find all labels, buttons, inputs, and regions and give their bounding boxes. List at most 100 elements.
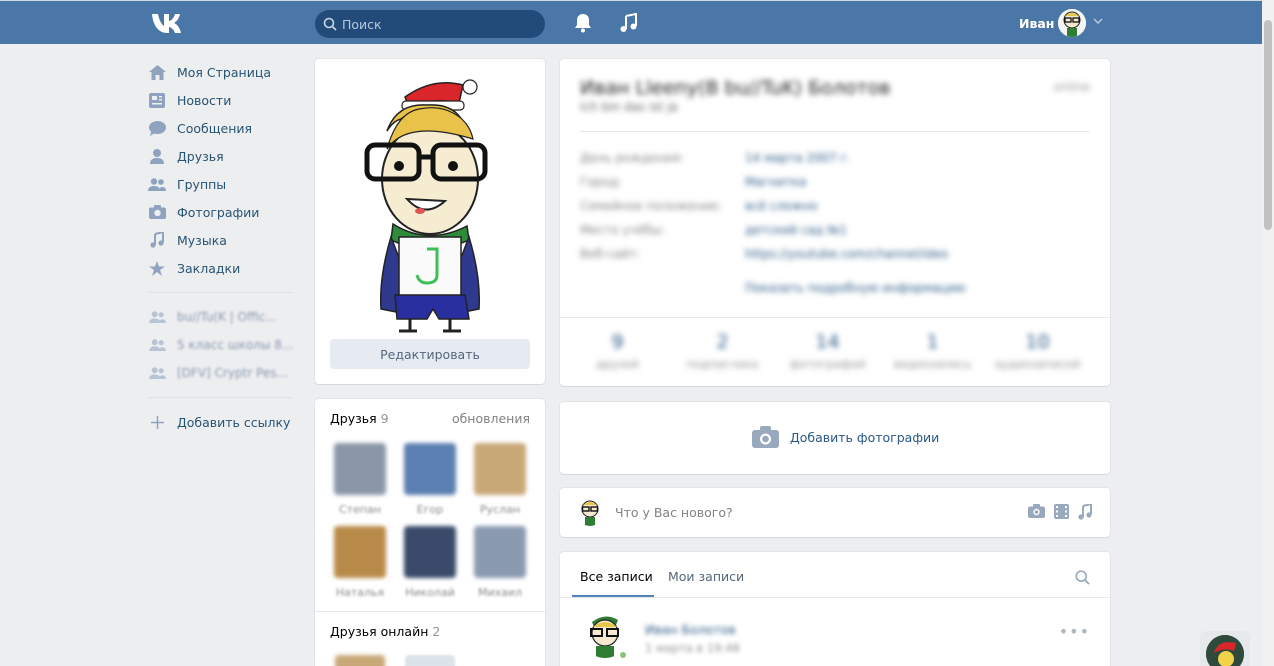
friends-divider	[315, 611, 545, 612]
stat-number: 10	[1025, 331, 1050, 353]
stat-friends[interactable]: 9 друзей	[565, 331, 670, 371]
friend-item[interactable]: Егор	[400, 443, 460, 516]
nav-item-messages[interactable]: Сообщения	[148, 114, 298, 142]
music-icon[interactable]	[620, 13, 637, 33]
plus-icon	[148, 413, 166, 431]
chevron-down-icon[interactable]	[1093, 18, 1103, 25]
nav-item-photos[interactable]: Фотографии	[148, 198, 298, 226]
friend-photo	[334, 443, 386, 495]
vk-logo-icon[interactable]	[150, 13, 184, 33]
stat-videos[interactable]: 1 видеозапись	[880, 331, 985, 371]
scrollbar-thumb[interactable]	[1264, 20, 1272, 230]
post-author-name[interactable]: Иван Болотов	[645, 622, 736, 637]
friend-name: Михаил	[477, 586, 523, 599]
profile-info-card: Иван Lleeny(B bu//TuK) Болотов Ich bin d…	[560, 59, 1110, 386]
nav-group-label: bu//Tu(K | Offic...	[177, 310, 277, 324]
avatar-cartoon-icon	[1058, 9, 1086, 37]
nav-item-friends[interactable]: Друзья	[148, 142, 298, 170]
nav-group-item[interactable]: [DFV] Cryptr Pes...	[148, 359, 298, 387]
profile-row: Место учёбы: детский сад №1	[580, 223, 847, 237]
nav-label: Новости	[177, 92, 232, 108]
friends-header[interactable]: Друзья 9	[330, 411, 389, 426]
add-photos-button[interactable]: Добавить фотографии	[752, 426, 939, 448]
add-photos-label: Добавить фотографии	[790, 429, 940, 445]
profile-divider	[560, 317, 1110, 318]
nav-item-music[interactable]: Музыка	[148, 226, 298, 254]
nav-label: Моя Страница	[177, 64, 271, 80]
friends-updates-link[interactable]: обновления	[452, 411, 530, 426]
stat-followers[interactable]: 2 подписчика	[670, 331, 775, 371]
music-icon	[148, 231, 166, 249]
header-avatar[interactable]	[1058, 9, 1086, 37]
online-indicator: online	[1053, 80, 1090, 94]
tab-all-posts[interactable]: Все записи	[580, 569, 653, 584]
nav-label: Друзья	[177, 148, 224, 164]
nav-divider	[148, 397, 293, 398]
show-details-link[interactable]: Показать подробную информацию	[745, 281, 966, 295]
more-options-icon[interactable]: •••	[1059, 622, 1090, 641]
nav-label: Добавить ссылку	[177, 414, 291, 430]
friend-online-photo[interactable]	[405, 655, 455, 666]
friend-item[interactable]: Наталья	[330, 526, 390, 599]
friend-item[interactable]: Михаил	[470, 526, 530, 599]
friend-photo	[404, 526, 456, 578]
profile-avatar-illustration[interactable]	[355, 69, 505, 334]
profile-row-value[interactable]: Магнитка	[745, 175, 806, 189]
friend-item[interactable]: Степан	[330, 443, 390, 516]
header-user-name[interactable]: Иван	[1019, 16, 1054, 31]
nav-item-groups[interactable]: Группы	[148, 170, 298, 198]
nav-item-bookmarks[interactable]: Закладки	[148, 254, 298, 282]
nav-group-label: [DFV] Cryptr Pes...	[177, 366, 288, 380]
friend-item[interactable]: Николай	[400, 526, 460, 599]
add-photos-card: Добавить фотографии	[560, 402, 1110, 474]
new-post-card: Что у Вас нового?	[560, 488, 1110, 537]
video-icon[interactable]	[1054, 504, 1069, 519]
profile-row-value[interactable]: детский сад №1	[745, 223, 847, 237]
friend-photo	[474, 526, 526, 578]
post-attach-icons	[1028, 504, 1092, 520]
groups-icon	[148, 336, 166, 354]
profile-row-value[interactable]: всё сложно	[745, 199, 817, 213]
music-icon[interactable]	[1078, 504, 1092, 520]
search-input[interactable]	[342, 10, 537, 38]
nav-divider	[148, 292, 293, 293]
friends-online-header[interactable]: Друзья онлайн 2	[330, 624, 440, 639]
nav-item-news[interactable]: Новости	[148, 86, 298, 114]
stat-audios[interactable]: 10 аудиозаписей	[985, 331, 1090, 371]
nav-group-item[interactable]: 5 класс школы 8...	[148, 331, 298, 359]
friend-online-photo[interactable]	[335, 655, 385, 666]
tab-my-posts[interactable]: Мои записи	[668, 569, 744, 584]
nav-label: Музыка	[177, 232, 227, 248]
nav-item-my-page[interactable]: Моя Страница	[148, 58, 298, 86]
nav-label: Группы	[177, 176, 227, 192]
bell-icon[interactable]	[574, 13, 592, 33]
nav-group-item[interactable]: bu//Tu(K | Offic...	[148, 303, 298, 331]
post-date[interactable]: 1 марта в 19:48	[645, 641, 740, 655]
stat-label: аудиозаписей	[994, 357, 1081, 371]
friend-item[interactable]: Руслан	[470, 443, 530, 516]
left-nav: Моя Страница Новости Сообщения Друзья Гр…	[148, 58, 298, 436]
edit-profile-button[interactable]: Редактировать	[330, 339, 530, 369]
nav-label: Сообщения	[177, 120, 253, 136]
stat-number: 2	[716, 331, 729, 353]
search-box[interactable]	[315, 10, 545, 38]
groups-icon	[148, 308, 166, 326]
nav-add-link[interactable]: Добавить ссылку	[148, 408, 298, 436]
friend-icon	[148, 147, 166, 165]
profile-row: Город: Магнитка	[580, 175, 806, 189]
search-icon[interactable]	[1075, 570, 1090, 585]
post-input[interactable]: Что у Вас нового?	[615, 505, 733, 520]
groups-icon	[148, 175, 166, 193]
chat-launcher[interactable]	[1200, 631, 1250, 666]
profile-row-value[interactable]: https://youtube.com/channel/ideo	[745, 247, 948, 261]
wall-card: Все записи Мои записи Иван Болотов 1 мар…	[560, 552, 1110, 666]
friends-online-count: 2	[432, 624, 441, 639]
page-scrollbar[interactable]	[1262, 0, 1274, 666]
stat-photos[interactable]: 14 фотографий	[775, 331, 880, 371]
camera-icon[interactable]	[1028, 504, 1045, 518]
profile-row-value[interactable]: 14 марта 2007 г.	[745, 151, 851, 165]
profile-status[interactable]: Ich bin das ist ja	[580, 100, 678, 114]
search-icon	[323, 17, 337, 31]
post-avatar[interactable]	[576, 498, 604, 526]
wall-divider	[560, 597, 1110, 598]
